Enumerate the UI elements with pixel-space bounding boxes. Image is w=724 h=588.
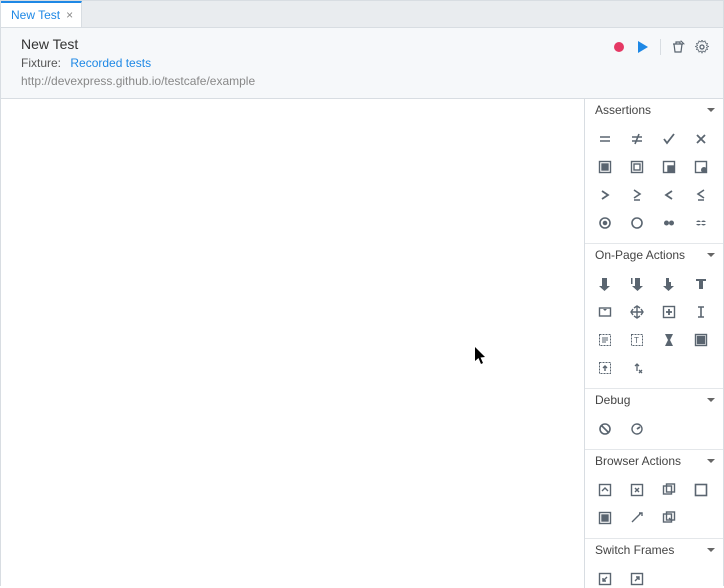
select-editable-icon[interactable] bbox=[591, 326, 619, 354]
fixture-label: Fixture: bbox=[21, 56, 61, 70]
upload-icon[interactable] bbox=[591, 354, 619, 382]
assert-match-icon[interactable] bbox=[655, 209, 683, 237]
settings-button[interactable] bbox=[691, 36, 713, 58]
chevron-down-icon bbox=[707, 459, 715, 463]
drag-icon[interactable] bbox=[623, 298, 651, 326]
panel-debug: Debug bbox=[585, 389, 723, 450]
take-screenshot-icon[interactable] bbox=[655, 504, 683, 532]
set-speed-icon[interactable] bbox=[623, 415, 651, 443]
panel-assertions: Assertions bbox=[585, 99, 723, 244]
chevron-down-icon bbox=[707, 108, 715, 112]
assert-not-contains-icon[interactable] bbox=[623, 153, 651, 181]
assert-not-ok-icon[interactable] bbox=[687, 125, 715, 153]
panel-header-debug[interactable]: Debug bbox=[585, 389, 723, 411]
clear-upload-icon[interactable] bbox=[623, 354, 651, 382]
resize-icon[interactable] bbox=[591, 504, 619, 532]
test-url: http://devexpress.github.io/testcafe/exa… bbox=[21, 74, 711, 88]
press-key-icon[interactable] bbox=[591, 298, 619, 326]
panel-title: Switch Frames bbox=[595, 543, 674, 557]
assert-within-icon[interactable] bbox=[591, 209, 619, 237]
delete-button[interactable] bbox=[667, 36, 689, 58]
assert-not-within-icon[interactable] bbox=[623, 209, 651, 237]
maximize-icon[interactable] bbox=[687, 476, 715, 504]
fixture-link[interactable]: Recorded tests bbox=[70, 56, 151, 70]
chevron-down-icon bbox=[707, 548, 715, 552]
wait-icon[interactable] bbox=[655, 326, 683, 354]
assert-not-equals-icon[interactable] bbox=[623, 125, 651, 153]
panel-browser-actions: Browser Actions bbox=[585, 450, 723, 539]
assert-contains-icon[interactable] bbox=[591, 153, 619, 181]
close-icon[interactable]: × bbox=[66, 9, 73, 21]
header-toolbar bbox=[608, 36, 713, 58]
test-header: New Test Fixture: Recorded tests http://… bbox=[1, 28, 723, 99]
panel-title: Assertions bbox=[595, 103, 651, 117]
assert-ok-icon[interactable] bbox=[655, 125, 683, 153]
set-dialog-icon[interactable] bbox=[623, 504, 651, 532]
switch-window-icon[interactable] bbox=[655, 476, 683, 504]
tab-bar: New Test × bbox=[1, 1, 723, 28]
panel-onpage-actions: On-Page Actions T bbox=[585, 244, 723, 389]
test-canvas[interactable] bbox=[1, 99, 585, 588]
hover-icon[interactable] bbox=[687, 326, 715, 354]
fixture-row: Fixture: Recorded tests bbox=[21, 56, 711, 70]
double-click-icon[interactable] bbox=[623, 270, 651, 298]
switch-to-main-icon[interactable] bbox=[623, 565, 651, 588]
debug-icon[interactable] bbox=[591, 415, 619, 443]
assert-gt-icon[interactable] bbox=[591, 181, 619, 209]
drag-to-element-icon[interactable] bbox=[655, 298, 683, 326]
chevron-down-icon bbox=[707, 398, 715, 402]
panel-title: On-Page Actions bbox=[595, 248, 685, 262]
chevron-down-icon bbox=[707, 253, 715, 257]
assert-lte-icon[interactable] bbox=[687, 181, 715, 209]
sidebar: Assertions bbox=[585, 99, 723, 588]
play-button[interactable] bbox=[632, 36, 654, 58]
assert-equals-icon[interactable] bbox=[591, 125, 619, 153]
cursor-icon bbox=[475, 347, 487, 365]
assert-not-type-of-icon[interactable] bbox=[687, 153, 715, 181]
svg-text:T: T bbox=[634, 336, 639, 345]
panel-header-assertions[interactable]: Assertions bbox=[585, 99, 723, 121]
panel-header-browser[interactable]: Browser Actions bbox=[585, 450, 723, 472]
assert-gte-icon[interactable] bbox=[623, 181, 651, 209]
switch-to-iframe-icon[interactable] bbox=[591, 565, 619, 588]
select-text-icon[interactable] bbox=[687, 298, 715, 326]
right-click-icon[interactable] bbox=[655, 270, 683, 298]
panel-header-switch[interactable]: Switch Frames bbox=[585, 539, 723, 561]
toolbar-divider bbox=[660, 39, 661, 55]
type-text-icon[interactable] bbox=[687, 270, 715, 298]
panel-title: Browser Actions bbox=[595, 454, 681, 468]
panel-switch-frames: Switch Frames bbox=[585, 539, 723, 588]
close-window-icon[interactable] bbox=[623, 476, 651, 504]
select-textarea-icon[interactable]: T bbox=[623, 326, 651, 354]
panel-title: Debug bbox=[595, 393, 630, 407]
navigate-icon[interactable] bbox=[591, 476, 619, 504]
assert-type-of-icon[interactable] bbox=[655, 153, 683, 181]
assert-not-match-icon[interactable] bbox=[687, 209, 715, 237]
click-icon[interactable] bbox=[591, 270, 619, 298]
assert-lt-icon[interactable] bbox=[655, 181, 683, 209]
record-button[interactable] bbox=[608, 36, 630, 58]
tab-new-test[interactable]: New Test × bbox=[1, 1, 82, 27]
tab-label: New Test bbox=[11, 8, 60, 22]
panel-header-onpage[interactable]: On-Page Actions bbox=[585, 244, 723, 266]
